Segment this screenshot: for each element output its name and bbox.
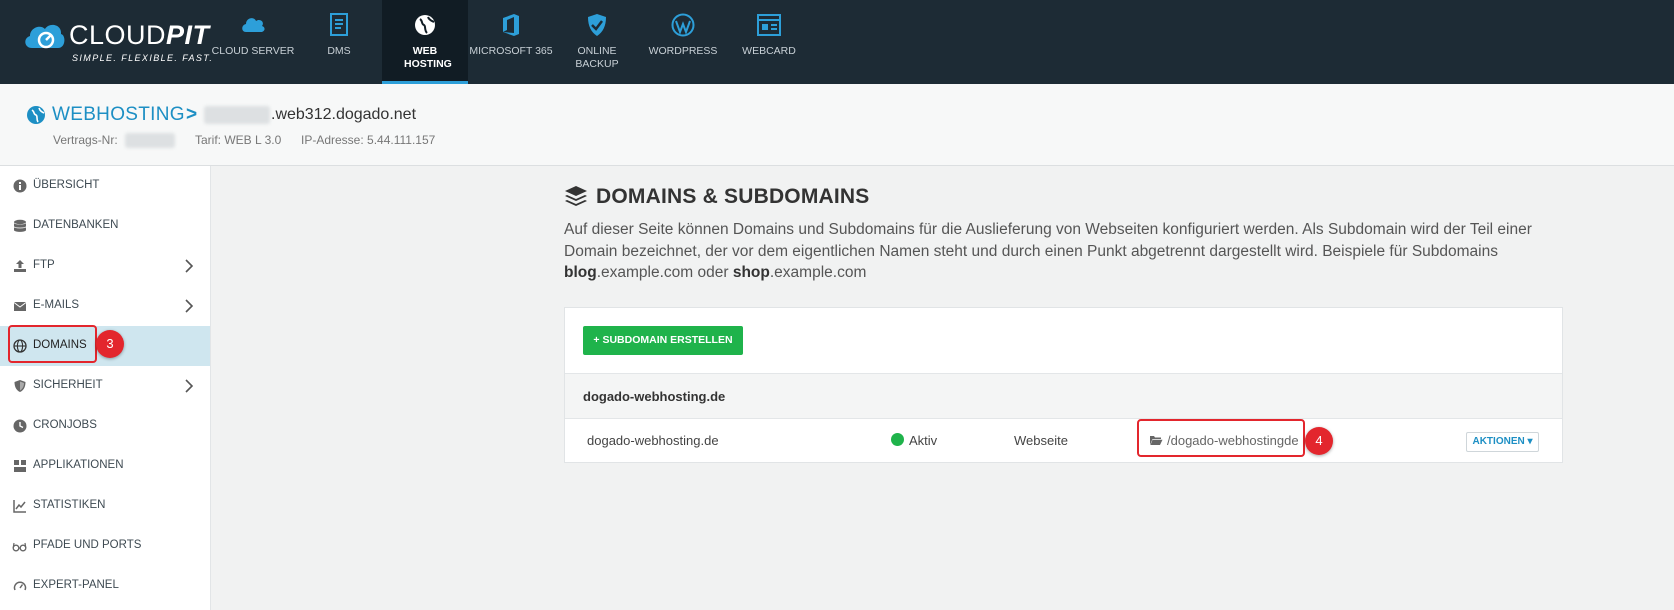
sidebar-item-uebersicht[interactable]: ÜBERSICHT xyxy=(0,166,210,206)
domain-group-label: dogado-webhosting.de xyxy=(583,389,726,404)
globe-icon xyxy=(27,106,45,124)
actions-dropdown-button[interactable]: AKTIONEN ▾ xyxy=(1466,432,1539,452)
sidebar-item-datenbanken[interactable]: DATENBANKEN xyxy=(0,206,210,246)
brand-name: CLOUDPIT xyxy=(69,20,210,50)
globe-icon xyxy=(415,15,435,35)
sidebar-item-ftp[interactable]: FTP xyxy=(0,246,210,286)
upload-icon xyxy=(14,260,26,272)
layers-icon xyxy=(565,186,587,206)
cloudpit-logo[interactable]: CLOUDPIT SIMPLE. FLEXIBLE. FAST. xyxy=(22,18,212,68)
sidebar-item-expert-panel[interactable]: EXPERT-PANEL xyxy=(0,566,210,606)
page-header xyxy=(0,84,1674,166)
topnav-webcard[interactable]: WEBCARD xyxy=(726,0,812,84)
info-icon xyxy=(13,179,27,193)
redacted-contract-number xyxy=(125,133,175,148)
shield-check-icon xyxy=(588,14,606,36)
sidebar-item-applikationen[interactable]: APPLIKATIONEN xyxy=(0,446,210,486)
office-icon xyxy=(503,14,519,36)
sidebar-item-pfade-und-ports[interactable]: PFADE UND PORTS xyxy=(0,526,210,566)
tariff-info: Tarif: WEB L 3.0 xyxy=(195,133,282,147)
topnav-cloud-server[interactable]: CLOUD SERVER xyxy=(210,0,296,84)
sidebar-item-cronjobs[interactable]: CRONJOBS xyxy=(0,406,210,446)
envelope-icon xyxy=(13,302,27,311)
domain-name-cell[interactable]: dogado-webhosting.de xyxy=(587,433,719,448)
domain-type-cell: Webseite xyxy=(1014,433,1068,448)
redacted-hostname xyxy=(204,106,270,124)
ip-address-info: IP-Adresse: 5.44.111.157 xyxy=(301,133,436,147)
topnav-dms[interactable]: DMS xyxy=(296,0,382,84)
clock-icon xyxy=(13,419,27,433)
line-chart-icon xyxy=(13,500,26,513)
domain-status-cell: Aktiv xyxy=(909,433,938,448)
step-badge-3: 3 xyxy=(96,330,124,358)
cloud-icon xyxy=(242,18,265,32)
sidebar-item-emails[interactable]: E-MAILS xyxy=(0,286,210,326)
breadcrumb-section[interactable]: WEBHOSTING xyxy=(52,104,185,126)
page-description: Auf dieser Seite können Domains und Subd… xyxy=(564,221,1532,281)
glasses-icon xyxy=(12,542,27,552)
chevron-right-icon xyxy=(185,379,194,393)
brand-tagline: SIMPLE. FLEXIBLE. FAST. xyxy=(72,53,214,63)
page-title: DOMAINS & SUBDOMAINS xyxy=(596,185,870,208)
sidebar-item-statistiken[interactable]: STATISTIKEN xyxy=(0,486,210,526)
webcard-icon xyxy=(757,14,781,36)
cubes-icon xyxy=(14,460,26,472)
contract-number-label: Vertrags-Nr: xyxy=(53,133,118,147)
topnav-web-hosting[interactable]: WEB HOSTING xyxy=(382,0,468,84)
document-icon xyxy=(330,13,348,36)
create-subdomain-button[interactable]: + SUBDOMAIN ERSTELLEN xyxy=(583,326,743,355)
chevron-right-icon xyxy=(185,299,194,313)
status-active-icon xyxy=(891,433,904,446)
wordpress-icon xyxy=(671,13,695,37)
topnav-microsoft-365[interactable]: MICROSOFT 365 xyxy=(468,0,554,84)
database-icon xyxy=(13,219,27,232)
path-highlight-box xyxy=(1137,419,1305,457)
chevron-right-icon xyxy=(185,259,194,273)
breadcrumb-separator: > xyxy=(186,104,198,125)
topnav-online-backup[interactable]: ONLINE BACKUP xyxy=(554,0,640,84)
gauge-icon xyxy=(13,581,27,591)
breadcrumb-host: .web312.dogado.net xyxy=(271,106,417,123)
step-badge-4: 4 xyxy=(1305,427,1333,455)
topnav-wordpress[interactable]: WORDPRESS xyxy=(640,0,726,84)
shield-icon xyxy=(14,380,26,392)
cloud-gauge-icon xyxy=(25,24,65,49)
domains-highlight-box xyxy=(8,325,97,363)
sidebar-item-sicherheit[interactable]: SICHERHEIT xyxy=(0,366,210,406)
